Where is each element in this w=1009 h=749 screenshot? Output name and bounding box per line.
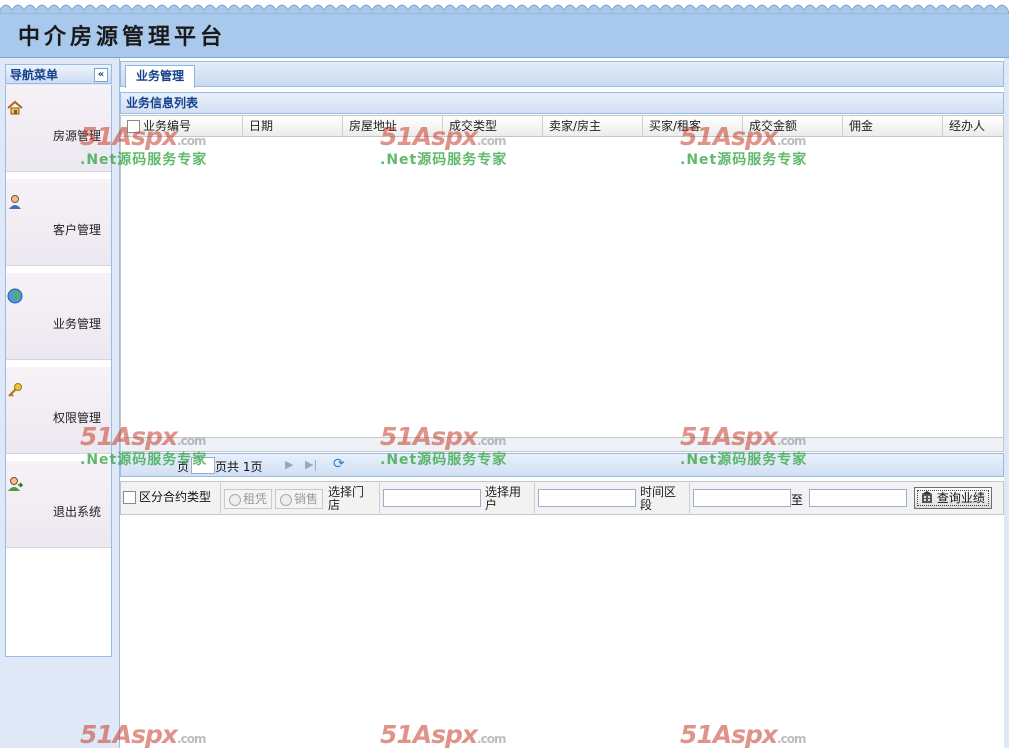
globe-icon xyxy=(7,288,23,304)
grid-header: 业务编号 日期 房屋地址 成交类型 卖家/房主 买家/租客 成交金额 佣金 经办… xyxy=(120,115,1004,137)
grid-col-address[interactable]: 房屋地址 xyxy=(343,116,443,136)
radio-sale-icon xyxy=(280,493,292,506)
app-header: 中介房源管理平台 xyxy=(0,0,1009,58)
logout-user-icon xyxy=(7,476,24,492)
to-label: 至 xyxy=(791,493,804,507)
grid-col-seller[interactable]: 卖家/房主 xyxy=(543,116,643,136)
search-button-label: 查询业绩 xyxy=(936,491,985,505)
grid-col-agent[interactable]: 经办人 xyxy=(943,116,1003,136)
end-date-input[interactable] xyxy=(809,489,907,507)
contract-type-label: 区分合约类型 xyxy=(139,490,212,504)
paging-toolbar: 页 页共 1页 ▶ ▶| ⟳ xyxy=(120,453,1004,477)
horizontal-scrollbar[interactable] xyxy=(120,437,1004,452)
tab-business[interactable]: 业务管理 xyxy=(125,65,195,88)
nav-item-business[interactable]: 业务管理 xyxy=(6,273,111,360)
nav-item-permission[interactable]: 权限管理 xyxy=(6,367,111,454)
radio-rent[interactable]: 租凭 xyxy=(224,489,273,509)
nav-sidebar: 导航菜单 « 房源管理 客户管理 业务管理 权限管理 退出系统 xyxy=(0,58,120,748)
search-performance-button[interactable]: 查询业绩 xyxy=(914,487,992,509)
grid-col-id[interactable]: 业务编号 xyxy=(121,116,243,136)
next-page-icon[interactable]: ▶ xyxy=(285,458,293,471)
home-icon xyxy=(7,100,23,116)
user-label-cell: 选择用户 xyxy=(483,483,535,513)
right-edge-frame xyxy=(1004,58,1009,748)
radio-sale-label: 销售 xyxy=(294,492,319,506)
nav-item-label: 退出系统 xyxy=(53,505,102,519)
page-prefix: 页 xyxy=(177,460,190,474)
nav-item-label: 客户管理 xyxy=(53,223,102,237)
nav-item-label: 业务管理 xyxy=(53,317,102,331)
time-label-cell: 时间区段 xyxy=(638,483,690,513)
grid-col-date[interactable]: 日期 xyxy=(243,116,343,136)
column-header-label: 业务编号 xyxy=(143,119,192,133)
grid-col-commission[interactable]: 佣金 xyxy=(843,116,943,136)
last-page-icon[interactable]: ▶| xyxy=(305,458,317,471)
nav-item-customer[interactable]: 客户管理 xyxy=(6,179,111,266)
store-label-cell: 选择门店 xyxy=(326,483,380,513)
store-label: 选择门店 xyxy=(328,485,365,512)
collapse-icon[interactable]: « xyxy=(94,68,108,82)
store-select[interactable] xyxy=(383,489,481,507)
nav-menu: 房源管理 客户管理 业务管理 权限管理 退出系统 xyxy=(5,85,112,657)
grid-body xyxy=(120,137,1004,437)
contract-type-checkbox[interactable] xyxy=(123,491,136,504)
key-icon xyxy=(7,382,23,398)
user-select[interactable] xyxy=(538,489,636,507)
nav-header-label: 导航菜单 xyxy=(10,68,59,82)
grid-col-deal-type[interactable]: 成交类型 xyxy=(443,116,543,136)
app-title: 中介房源管理平台 xyxy=(18,24,227,50)
grid-col-buyer[interactable]: 买家/租客 xyxy=(643,116,743,136)
radio-rent-label: 租凭 xyxy=(243,492,268,506)
grid-col-amount[interactable]: 成交金额 xyxy=(743,116,843,136)
main-content: 业务管理 业务信息列表 业务编号 日期 房屋地址 成交类型 卖家/房主 买家/租… xyxy=(120,58,1004,748)
start-date-input[interactable] xyxy=(693,489,791,507)
nav-item-label: 房源管理 xyxy=(53,129,102,143)
select-all-checkbox[interactable] xyxy=(127,120,140,133)
tab-bar: 业务管理 xyxy=(120,61,1004,88)
user-icon xyxy=(7,194,23,210)
building-icon xyxy=(921,491,937,505)
nav-header: 导航菜单 « xyxy=(5,64,112,84)
header-wave-decoration xyxy=(0,0,1009,14)
page-total: 页共 1页 xyxy=(215,460,263,474)
radio-sale[interactable]: 销售 xyxy=(275,489,324,509)
radio-rent-icon xyxy=(229,493,241,506)
nav-item-label: 权限管理 xyxy=(53,411,102,425)
nav-item-house[interactable]: 房源管理 xyxy=(6,85,111,172)
contract-type-toggle[interactable]: 区分合约类型 xyxy=(123,483,221,513)
panel-title: 业务信息列表 xyxy=(120,92,1004,114)
time-label: 时间区段 xyxy=(640,485,677,512)
refresh-icon[interactable]: ⟳ xyxy=(333,456,345,472)
page-number-input[interactable] xyxy=(191,457,215,474)
user-label: 选择用户 xyxy=(485,485,522,512)
query-toolbar: 区分合约类型 租凭 销售 选择门店 选择用户 时间区段 至 查询业绩 xyxy=(120,481,1004,515)
nav-item-logout[interactable]: 退出系统 xyxy=(6,461,111,548)
